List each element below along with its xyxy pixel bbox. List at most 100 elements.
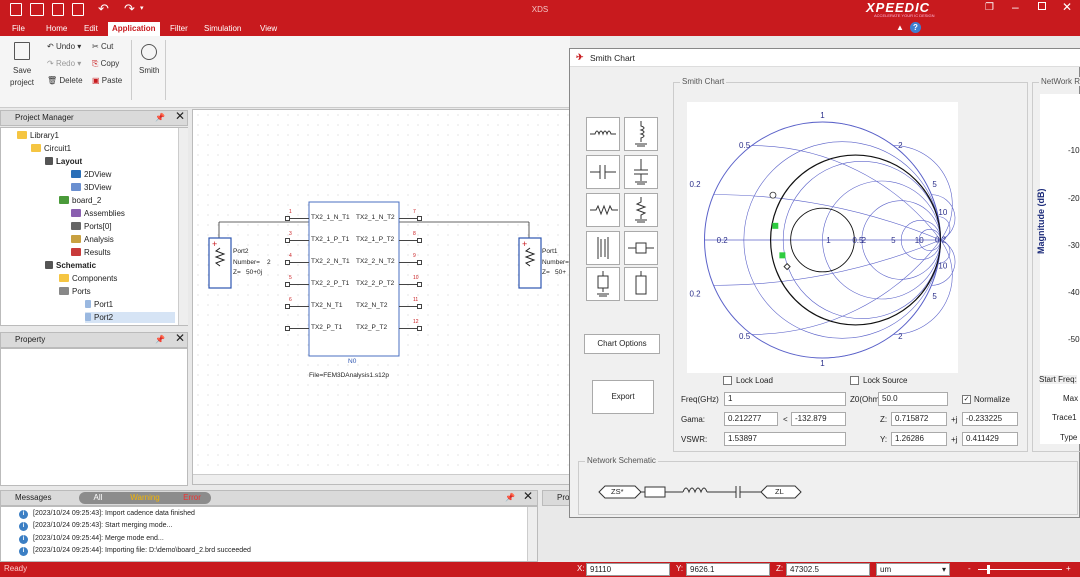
tree-item-schematic-ports[interactable]: Ports <box>59 286 91 297</box>
tree-item-layout[interactable]: Layout <box>45 156 82 167</box>
save-project-label-1[interactable]: Save <box>13 66 31 75</box>
transformer-button[interactable] <box>586 231 620 265</box>
y-real-field[interactable]: 1.26286 <box>891 432 947 446</box>
tab-home[interactable]: Home <box>42 22 71 36</box>
undo-button[interactable]: ↶ Undo ▾ <box>47 42 81 51</box>
tree-item-results[interactable]: Results <box>71 247 111 258</box>
pin-icon[interactable]: 📌 <box>505 491 515 505</box>
transmission-line-button[interactable] <box>624 231 658 265</box>
tree-item-circuit1[interactable]: Circuit1 <box>31 143 71 154</box>
tree-item-board2[interactable]: board_2 <box>59 195 101 206</box>
shunt-resistor-button[interactable] <box>624 193 658 227</box>
messages-header: Messages All Warning Error 📌 ✕ <box>0 489 538 506</box>
tab-view[interactable]: View <box>256 22 281 36</box>
close-panel-icon[interactable]: ✕ <box>523 489 533 503</box>
series-capacitor-button[interactable] <box>586 155 620 189</box>
freq-input[interactable]: 1 <box>724 392 846 406</box>
z-imag-field[interactable]: -0.233225 <box>962 412 1018 426</box>
side-panel-tab[interactable]: Pro <box>542 490 572 506</box>
pin-terminal[interactable] <box>417 282 422 287</box>
save-project-label-2[interactable]: project <box>10 78 34 87</box>
copy-button[interactable]: ⎘ Copy <box>92 59 119 69</box>
message-line: i [2023/10/24 09:25:44]: Merge mode end..… <box>19 535 164 544</box>
series-inductor-button[interactable] <box>586 117 620 151</box>
gama-magnitude-field[interactable]: 0.212277 <box>724 412 778 426</box>
smith-label: 0.5 <box>739 141 751 150</box>
vswr-field[interactable]: 1.53897 <box>724 432 846 446</box>
minimize-icon[interactable]: – <box>1012 0 1019 14</box>
marker-green <box>772 222 779 229</box>
message-line: i [2023/10/24 09:25:43]: Import cadence d… <box>19 510 195 519</box>
tree-item-analysis[interactable]: Analysis <box>71 234 114 245</box>
smith-button-label[interactable]: Smith <box>139 66 159 75</box>
pin-number: 10 <box>413 275 419 281</box>
y-imag-field[interactable]: 0.411429 <box>962 432 1018 446</box>
pin-terminal[interactable] <box>417 326 422 331</box>
maximize-icon[interactable] <box>1038 2 1046 10</box>
network-result-plot: Magnitude (dB) -10 -20 -30 -40 -50 <box>1036 94 1080 444</box>
paste-button[interactable]: ▣ Paste <box>92 76 122 85</box>
dialog-title: Smith Chart <box>590 53 635 63</box>
tree-item-3dview[interactable]: 3DView <box>71 182 111 193</box>
filter-error-button[interactable]: Error <box>173 492 211 504</box>
tree-item-library1[interactable]: Library1 <box>17 130 59 141</box>
canvas-h-scrollbar[interactable] <box>193 474 569 484</box>
chart-options-button[interactable]: Chart Options <box>584 334 660 354</box>
filter-all-button[interactable]: All <box>79 492 117 504</box>
pin-number: 1 <box>289 209 292 215</box>
close-panel-icon[interactable]: ✕ <box>175 331 185 345</box>
gama-angle-field[interactable]: -132.879 <box>791 412 846 426</box>
tree-item-schematic[interactable]: Schematic <box>45 260 96 271</box>
tree-item-assemblies[interactable]: Assemblies <box>71 208 125 219</box>
shunt-inductor-button[interactable] <box>624 117 658 151</box>
pin-icon[interactable]: 📌 <box>155 111 165 125</box>
zoom-out-button[interactable]: - <box>968 564 971 573</box>
ribbon-collapse-icon[interactable]: ▲ <box>896 23 904 32</box>
zoom-in-button[interactable]: + <box>1066 564 1071 573</box>
pin-terminal[interactable] <box>417 304 422 309</box>
tab-application[interactable]: Application <box>108 22 160 36</box>
tree-item-port2[interactable]: Port2 <box>85 312 175 323</box>
tree-item-components[interactable]: Components <box>59 273 117 284</box>
tree-item-port1[interactable]: Port1 <box>85 299 113 310</box>
unit-select[interactable]: um ▾ <box>876 563 950 576</box>
close-panel-icon[interactable]: ✕ <box>175 109 185 123</box>
zoom-slider-handle[interactable] <box>987 565 990 574</box>
cut-button[interactable]: ✂ Cut <box>92 42 113 51</box>
tree-item-2dview[interactable]: 2DView <box>71 169 111 180</box>
zoom-slider-track[interactable] <box>978 569 1062 570</box>
messages-scrollbar[interactable] <box>527 507 537 561</box>
tab-simulation[interactable]: Simulation <box>200 22 245 36</box>
open-stub-button[interactable] <box>586 267 620 301</box>
redo-button[interactable]: ↷ Redo ▾ <box>47 59 81 68</box>
delete-button[interactable]: 🗑 Delete <box>47 76 83 85</box>
series-resistor-button[interactable] <box>586 193 620 227</box>
pin-icon[interactable]: 📌 <box>155 333 165 347</box>
ribbon: Save project ↶ Undo ▾ ↷ Redo ▾ 🗑 Delete … <box>0 36 570 108</box>
filter-warning-button[interactable]: Warning <box>117 492 173 504</box>
smith-chart-icon[interactable] <box>141 44 157 60</box>
normalize-checkbox[interactable]: ✓ <box>962 395 971 404</box>
tree-scrollbar[interactable] <box>178 128 188 325</box>
z-real-field[interactable]: 0.715872 <box>891 412 947 426</box>
schematic-canvas[interactable]: + + Port2 Number= 2 Z= 50+0j Port1 Numbe… <box>192 109 570 485</box>
shunt-capacitor-button[interactable] <box>624 155 658 189</box>
pin-label-right: TX2_2_N_T2 <box>356 258 395 265</box>
save-project-icon[interactable] <box>14 42 30 60</box>
restore-icon[interactable]: ❐ <box>985 2 994 13</box>
z0-input[interactable]: 50.0 <box>878 392 948 406</box>
pin-terminal[interactable] <box>417 260 422 265</box>
pin-terminal[interactable] <box>417 216 422 221</box>
smith-chart-area[interactable]: 1 0.5 2 5 10 0.2 0.2 0.5 1 2 5 10 0.2 0.5 1 2 5 10 0.2 <box>687 102 958 373</box>
tree-item-ports[interactable]: Ports[0] <box>71 221 112 232</box>
short-stub-button[interactable] <box>624 267 658 301</box>
tab-filter[interactable]: Filter <box>166 22 192 36</box>
lock-load-checkbox[interactable] <box>723 376 732 385</box>
lock-source-checkbox[interactable] <box>850 376 859 385</box>
close-icon[interactable]: ✕ <box>1062 0 1072 14</box>
tab-file[interactable]: File <box>8 22 29 36</box>
pin-terminal[interactable] <box>417 238 422 243</box>
tab-edit[interactable]: Edit <box>80 22 102 36</box>
export-button[interactable]: Export <box>592 380 654 414</box>
help-icon[interactable]: ? <box>910 22 921 33</box>
